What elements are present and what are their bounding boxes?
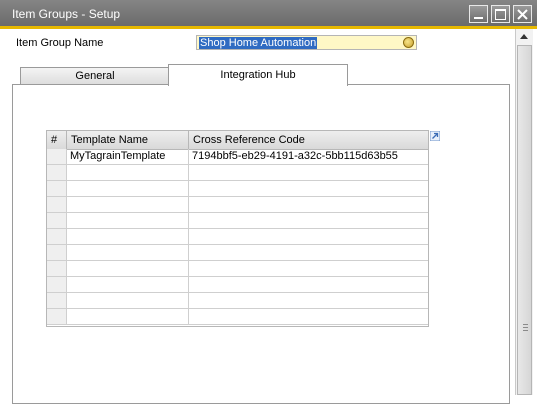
column-header-template-name[interactable]: Template Name bbox=[67, 131, 189, 149]
cross-reference-code-cell[interactable] bbox=[189, 165, 428, 180]
row-number-cell[interactable] bbox=[47, 181, 67, 196]
item-groups-window: Item Groups - Setup Item Group Name Shop… bbox=[0, 0, 537, 404]
minimize-button[interactable] bbox=[469, 5, 488, 23]
template-name-cell[interactable] bbox=[67, 229, 189, 244]
table-row[interactable] bbox=[47, 309, 428, 325]
table-row[interactable]: MyTagrainTemplate 7194bbf5-eb29-4191-a32c… bbox=[47, 149, 428, 165]
row-number-cell[interactable] bbox=[47, 309, 67, 324]
table-row[interactable] bbox=[47, 277, 428, 293]
table-row[interactable] bbox=[47, 229, 428, 245]
column-header-number[interactable]: # bbox=[47, 131, 67, 149]
table-row[interactable] bbox=[47, 245, 428, 261]
template-name-cell[interactable] bbox=[67, 261, 189, 276]
row-number-cell[interactable] bbox=[47, 293, 67, 308]
link-arrow-icon[interactable] bbox=[403, 37, 414, 48]
thumb-grip-icon bbox=[523, 324, 528, 332]
template-name-cell[interactable] bbox=[67, 309, 189, 324]
table-row[interactable] bbox=[47, 197, 428, 213]
table-row[interactable] bbox=[47, 261, 428, 277]
cross-reference-code-cell[interactable] bbox=[189, 213, 428, 228]
scroll-thumb[interactable] bbox=[517, 45, 532, 395]
row-number-cell[interactable] bbox=[47, 149, 67, 164]
column-header-cross-reference-code[interactable]: Cross Reference Code bbox=[189, 131, 428, 149]
row-number-cell[interactable] bbox=[47, 213, 67, 228]
row-number-cell[interactable] bbox=[47, 245, 67, 260]
window-title: Item Groups - Setup bbox=[12, 7, 121, 21]
tab-general[interactable]: General bbox=[20, 67, 170, 85]
template-name-cell[interactable] bbox=[67, 213, 189, 228]
row-number-cell[interactable] bbox=[47, 277, 67, 292]
template-name-cell[interactable] bbox=[67, 181, 189, 196]
cross-reference-code-cell[interactable] bbox=[189, 181, 428, 196]
scroll-up-arrow-icon[interactable] bbox=[516, 29, 533, 45]
template-name-cell[interactable] bbox=[67, 197, 189, 212]
table-row[interactable] bbox=[47, 293, 428, 309]
item-group-name-value: Shop Home Automation bbox=[199, 37, 318, 49]
cross-reference-code-cell[interactable] bbox=[189, 293, 428, 308]
grid-header: # Template Name Cross Reference Code bbox=[47, 131, 428, 150]
expand-arrow-icon[interactable] bbox=[430, 131, 440, 141]
cross-reference-code-cell[interactable]: 7194bbf5-eb29-4191-a32c-5bb115d63b55 bbox=[189, 149, 428, 164]
table-row[interactable] bbox=[47, 181, 428, 197]
cross-reference-code-cell[interactable] bbox=[189, 261, 428, 276]
cross-reference-code-cell[interactable] bbox=[189, 229, 428, 244]
row-number-cell[interactable] bbox=[47, 197, 67, 212]
item-group-name-field[interactable]: Shop Home Automation bbox=[196, 35, 417, 50]
template-grid: # Template Name Cross Reference Code MyT… bbox=[46, 130, 429, 327]
template-name-cell[interactable] bbox=[67, 245, 189, 260]
template-name-cell[interactable]: MyTagrainTemplate bbox=[67, 149, 189, 164]
close-button[interactable] bbox=[513, 5, 532, 23]
close-icon bbox=[517, 9, 528, 20]
template-name-cell[interactable] bbox=[67, 165, 189, 180]
table-row[interactable] bbox=[47, 165, 428, 181]
title-bar[interactable]: Item Groups - Setup bbox=[0, 0, 537, 29]
row-number-cell[interactable] bbox=[47, 261, 67, 276]
cross-reference-code-cell[interactable] bbox=[189, 277, 428, 292]
item-group-name-label: Item Group Name bbox=[16, 37, 104, 49]
table-row[interactable] bbox=[47, 213, 428, 229]
row-number-cell[interactable] bbox=[47, 229, 67, 244]
cross-reference-code-cell[interactable] bbox=[189, 309, 428, 324]
template-name-cell[interactable] bbox=[67, 277, 189, 292]
cross-reference-code-cell[interactable] bbox=[189, 245, 428, 260]
template-name-cell[interactable] bbox=[67, 293, 189, 308]
tab-integration-hub[interactable]: Integration Hub bbox=[168, 64, 348, 86]
row-number-cell[interactable] bbox=[47, 165, 67, 180]
cross-reference-code-cell[interactable] bbox=[189, 197, 428, 212]
vertical-scrollbar[interactable] bbox=[515, 29, 533, 395]
maximize-button[interactable] bbox=[491, 5, 510, 23]
